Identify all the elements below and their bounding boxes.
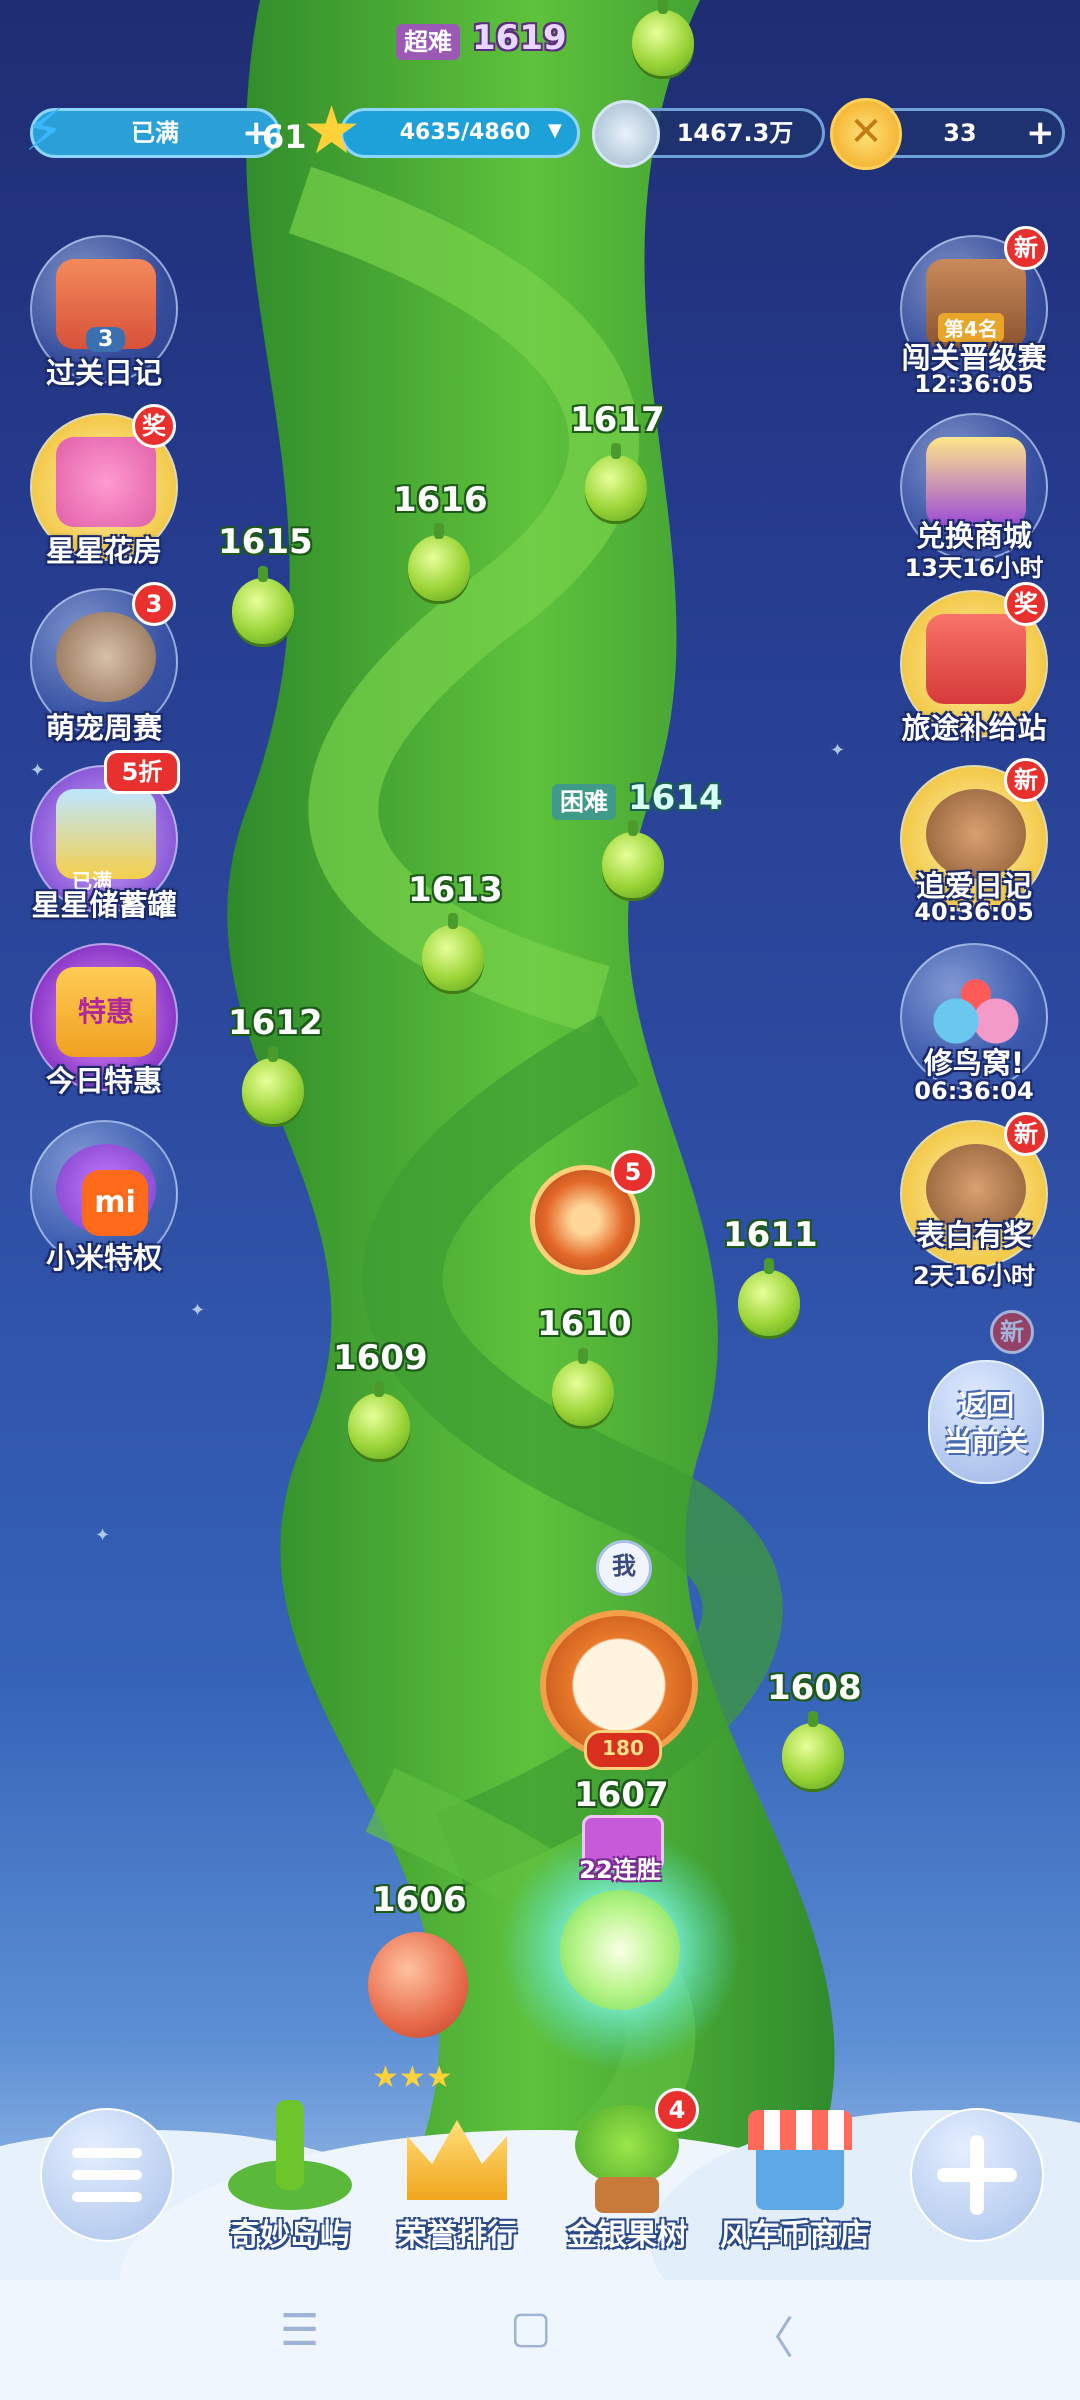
level-pod-1613[interactable] <box>422 913 484 991</box>
level-pod[interactable] <box>632 0 694 76</box>
chevron-down-icon[interactable]: ▼ <box>548 120 562 141</box>
home-icon[interactable]: ▢ <box>510 2302 552 2353</box>
repair-nest-timer: 06:36:04 <box>914 1077 1034 1105</box>
me-marker: 我 <box>596 1540 652 1596</box>
bear-gift-icon <box>926 614 1026 704</box>
pet-weekly-label: 萌宠周赛 <box>45 711 162 745</box>
wonder-island-label: 奇妙岛屿 <box>230 2218 350 2253</box>
confession-reward-timer: 2天16小时 <box>912 1262 1036 1290</box>
windmill-shop-label: 风车币商店 <box>720 2218 870 2253</box>
wheel-count-badge: 5 <box>611 1150 655 1194</box>
level-number: 1614 <box>628 778 723 818</box>
level-number: 1617 <box>570 400 665 440</box>
hidden-level-partial: 61 <box>262 118 307 156</box>
shop-awning-icon <box>748 2110 852 2150</box>
honor-ranking-label: 荣誉排行 <box>397 2218 517 2253</box>
star-flower-house-label: 星星花房 <box>45 534 162 568</box>
level-number: 1616 <box>393 480 488 520</box>
deal-sign-icon: 特惠 <box>56 967 156 1057</box>
count-badge: 4 <box>655 2088 699 2132</box>
windmill-shop-button[interactable] <box>738 2100 862 2220</box>
xiaomi-privilege-label: 小米特权 <box>45 1241 162 1275</box>
level-pod-1609[interactable] <box>348 1381 410 1459</box>
confession-reward-label: 表白有奖 <box>915 1218 1032 1252</box>
crown-icon <box>407 2120 507 2200</box>
level-pod-1616[interactable] <box>408 523 470 601</box>
repair-nest-label: 修鸟窝! <box>923 1046 1025 1080</box>
cat-icon <box>56 612 156 702</box>
new-badge: 新 <box>1004 226 1048 270</box>
recent-apps-icon[interactable]: ☰ <box>280 2305 319 2356</box>
new-badge: 新 <box>1004 758 1048 802</box>
level-number: 1607 <box>574 1775 669 1815</box>
teapot-count-badge: 180 <box>584 1730 662 1770</box>
new-badge: 新 <box>1004 1112 1048 1156</box>
current-level-glow-pod[interactable] <box>560 1890 680 2010</box>
new-badge: 新 <box>990 1310 1034 1354</box>
discount-badge: 5折 <box>104 750 180 794</box>
hard-tag: 困难 <box>552 784 616 820</box>
level-number[interactable]: 1619 <box>472 18 567 58</box>
mi-logo-icon: mi <box>82 1170 148 1236</box>
count-badge: 3 <box>132 582 176 626</box>
three-stars-icon: ★★★ <box>372 2060 453 2095</box>
daily-deal-label: 今日特惠 <box>45 1064 162 1098</box>
level-number: 1609 <box>333 1338 428 1378</box>
back-icon[interactable]: 〈 <box>750 2302 794 2366</box>
level-pod-1615[interactable] <box>232 566 294 644</box>
honor-ranking-button[interactable] <box>395 2100 519 2220</box>
gold-coin-icon: ✕ <box>830 98 902 170</box>
star-progress-text: 4635/4860 <box>399 120 531 145</box>
reward-badge: 奖 <box>132 404 176 448</box>
completed-level-fruit-1606[interactable] <box>368 1932 468 2038</box>
level-number: 1606 <box>372 1880 467 1920</box>
silver-coin-amount: 1467.3万 <box>676 119 794 147</box>
add-button[interactable] <box>910 2108 1044 2242</box>
flower-icon <box>56 437 156 527</box>
level-number: 1612 <box>228 1003 323 1043</box>
star-icon: ★ <box>302 92 362 169</box>
gold-silver-tree-label: 金银果树 <box>567 2218 687 2253</box>
reward-badge: 奖 <box>1004 582 1048 626</box>
menu-button[interactable] <box>40 2108 174 2242</box>
star-piggy-bank-label: 星星储蓄罐 <box>31 888 177 922</box>
lightning-icon: ⚡ <box>24 96 65 164</box>
wonder-island-button[interactable] <box>228 2090 352 2220</box>
pass-diary-label: 过关日记 <box>45 356 162 390</box>
return-current-level-button[interactable]: 返回 当前关 <box>928 1360 1044 1484</box>
energy-label: 已满 <box>131 119 179 147</box>
level-pod-1612[interactable] <box>242 1046 304 1124</box>
sparkle-icon: ✦ <box>30 760 46 781</box>
level-pod-1608[interactable] <box>782 1711 844 1789</box>
sparkle-icon: ✦ <box>95 1525 111 1546</box>
level-number: 1611 <box>723 1215 818 1255</box>
level-pod-1617[interactable] <box>585 443 647 521</box>
hamburger-icon <box>72 2148 142 2158</box>
level-number: 1608 <box>767 1668 862 1708</box>
travel-supply-label: 旅途补给站 <box>901 711 1047 745</box>
love-diary-timer: 40:36:05 <box>914 898 1034 926</box>
level-pod-1614[interactable] <box>602 820 664 898</box>
super-hard-tag: 超难 <box>396 24 460 60</box>
level-number: 1610 <box>537 1304 632 1344</box>
win-streak-label: 22连胜 <box>579 1856 661 1884</box>
add-gold-button[interactable]: + <box>1026 111 1055 155</box>
silver-coin-icon <box>592 100 660 168</box>
level-pod-1611[interactable] <box>738 1258 800 1336</box>
level-promotion-timer: 12:36:05 <box>914 370 1034 398</box>
level-pod-1610[interactable] <box>552 1348 614 1426</box>
sparkle-icon: ✦ <box>830 740 846 761</box>
gold-coin-amount: 33 <box>943 119 977 147</box>
level-number: 1615 <box>218 522 313 562</box>
sparkle-icon: ✦ <box>190 1300 206 1321</box>
level-number: 1613 <box>408 870 503 910</box>
exchange-mall-timer: 13天16小时 <box>904 554 1044 582</box>
